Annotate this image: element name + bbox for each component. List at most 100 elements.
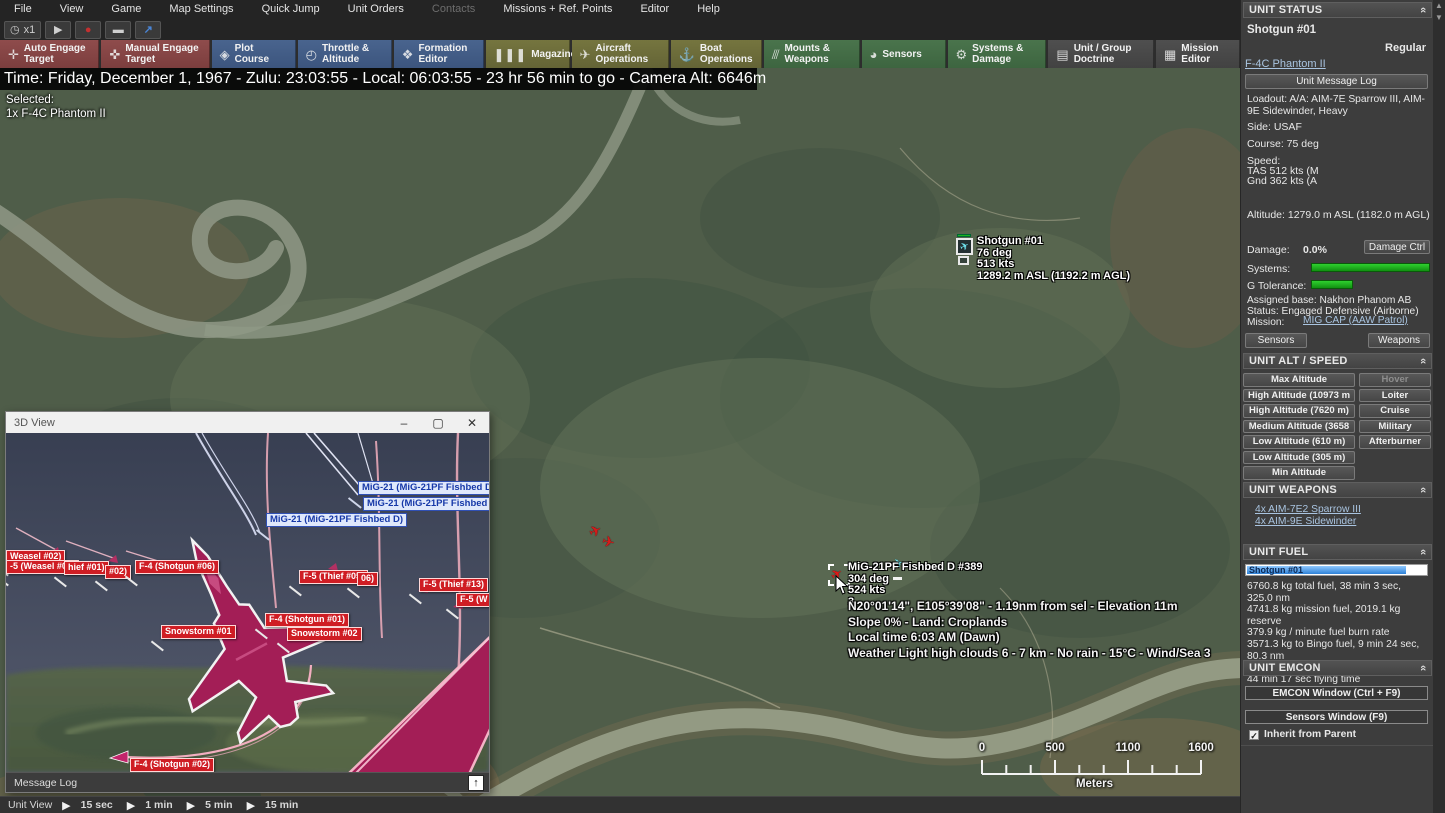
throttle-button[interactable]: Cruise — [1359, 404, 1431, 418]
time-interval-button[interactable]: 15 min — [265, 799, 298, 811]
toolbar-label: Throttle & Altitude — [321, 43, 370, 65]
throttle-button[interactable]: Loiter — [1359, 388, 1431, 402]
menu-item[interactable]: Missions + Ref. Points — [489, 0, 626, 19]
3d-view-titlebar[interactable]: 3D View – ▢ ✕ — [6, 412, 489, 433]
step-forward-icon[interactable]: ▶ — [127, 799, 135, 812]
step-forward-icon[interactable]: ▶ — [62, 799, 70, 812]
unit-message-log-button[interactable]: Unit Message Log — [1245, 74, 1428, 89]
collapse-chevron-icon[interactable]: « — [1417, 358, 1429, 364]
toolbar-button[interactable]: ❖ Formation Editor — [393, 40, 484, 68]
menu-item[interactable]: Game — [97, 0, 155, 19]
menu-item[interactable]: Help — [683, 0, 734, 19]
close-icon[interactable]: ✕ — [455, 416, 489, 430]
3d-unit-label[interactable]: F-4 (Shotgun #02) — [130, 758, 214, 772]
3d-unit-label[interactable]: 06) — [357, 572, 379, 586]
sensors-window-button[interactable]: Sensors Window (F9) — [1245, 710, 1428, 724]
step-forward-icon[interactable]: ▶ — [187, 799, 195, 812]
toolbar-button[interactable]: ◈ Plot Course — [211, 40, 296, 68]
toolbar-button[interactable]: ▦ Mission Editor — [1156, 40, 1240, 68]
toolbar-button[interactable]: ▤ Unit / Group Doctrine — [1048, 40, 1154, 68]
maximize-icon[interactable]: ▢ — [421, 416, 455, 430]
altitude-button[interactable]: Low Altitude (610 m) — [1243, 435, 1355, 449]
menu-item[interactable]: Quick Jump — [248, 0, 334, 19]
3d-unit-label[interactable]: Snowstorm #01 — [161, 625, 236, 639]
mission-link[interactable]: MIG CAP (AAW Patrol) — [1303, 315, 1408, 326]
altitude-button[interactable]: High Altitude (10973 m — [1243, 388, 1355, 402]
3d-unit-label[interactable]: F-4 (Shotgun #01) — [265, 613, 349, 627]
unit-type-link[interactable]: F-4C Phantom II — [1245, 58, 1326, 70]
expand-up-icon[interactable]: ↑ — [468, 774, 484, 791]
section-header-unit-status[interactable]: UNIT STATUS « — [1243, 2, 1432, 18]
menu-item[interactable]: Map Settings — [155, 0, 247, 19]
3d-scene[interactable]: MiG-21 (MiG-21PF Fishbed D) MiG-21 (MiG-2… — [6, 433, 489, 772]
auto-engage-icon: ✛ — [8, 46, 19, 62]
emcon-window-button[interactable]: EMCON Window (Ctrl + F9) — [1245, 686, 1428, 700]
toolbar-button[interactable]: ◴ Throttle & Altitude — [297, 40, 392, 68]
throttle-button[interactable]: Afterburner — [1359, 435, 1431, 449]
section-header-alt-speed[interactable]: UNIT ALT / SPEED « — [1243, 353, 1432, 369]
toolbar-button[interactable]: ✛ Auto Engage Target — [0, 40, 100, 68]
3d-unit-label[interactable]: F-5 (Thief #13) — [419, 578, 489, 592]
sidebar-scrollbar[interactable]: ▲ ▼ — [1433, 0, 1445, 813]
toolbar-button[interactable]: ◕ Sensors — [861, 40, 946, 68]
menu-item[interactable]: View — [46, 0, 98, 19]
menu-item[interactable]: Editor — [626, 0, 683, 19]
section-header-unit-weapons[interactable]: UNIT WEAPONS « — [1243, 482, 1432, 498]
3d-contact-label[interactable]: MiG-21 (MiG-21PF Fishbed D) — [358, 481, 489, 495]
section-header-unit-emcon[interactable]: UNIT EMCON « — [1243, 660, 1432, 676]
altitude-button[interactable]: High Altitude (7620 m) — [1243, 404, 1355, 418]
mission-label: Mission: — [1247, 317, 1285, 328]
collapse-chevron-icon[interactable]: « — [1417, 665, 1429, 671]
menu-item[interactable]: Contacts — [418, 0, 489, 19]
minimize-icon[interactable]: – — [387, 416, 421, 430]
section-header-unit-fuel[interactable]: UNIT FUEL « — [1243, 544, 1432, 560]
toolbar-button[interactable]: ⚓ Boat Operations — [670, 40, 762, 68]
step-forward-icon[interactable]: ▶ — [247, 799, 255, 812]
own-unit-marker[interactable]: ✈ — [956, 234, 973, 265]
3d-unit-label[interactable]: F-5 (W — [456, 593, 489, 607]
toolbar-button[interactable]: ⚙ Systems & Damage — [947, 40, 1047, 68]
sim-clock-icon: ◷ — [10, 24, 20, 36]
altspeed-row: Max Altitude Hover — [1241, 372, 1434, 388]
sensors-button[interactable]: Sensors — [1245, 333, 1307, 348]
quick-button[interactable]: ▬ — [105, 20, 132, 39]
quick-button[interactable]: ↗ — [135, 20, 162, 39]
altitude-button[interactable]: Min Altitude — [1243, 466, 1355, 480]
menu-item[interactable]: File — [0, 0, 46, 19]
weapon-link[interactable]: 4x AIM-9E Sidewinder — [1255, 516, 1361, 528]
damage-ctrl-button[interactable]: Damage Ctrl — [1364, 240, 1430, 254]
collapse-chevron-icon[interactable]: « — [1417, 7, 1429, 13]
menu-item[interactable]: Unit Orders — [334, 0, 418, 19]
scroll-up-icon[interactable]: ▲ — [1433, 0, 1445, 12]
quick-button[interactable]: ◷ x1 — [4, 20, 42, 39]
toolbar-button[interactable]: ❚❚❚ Magazines — [485, 40, 582, 68]
collapse-chevron-icon[interactable]: « — [1417, 549, 1429, 555]
3d-contact-label[interactable]: MiG-21 (MiG-21PF Fishbed D) — [266, 513, 408, 527]
toolbar-button[interactable]: ✈ Aircraft Operations — [571, 40, 669, 68]
quick-button[interactable]: ● — [75, 20, 102, 39]
inherit-from-parent-checkbox[interactable]: ✓ Inherit from Parent — [1249, 729, 1356, 741]
menu-bar: File View Game Map Settings Quick Jump Unit O… — [0, 0, 1240, 19]
throttle-button[interactable]: Military — [1359, 419, 1431, 433]
time-interval-button[interactable]: 1 min — [145, 799, 172, 811]
fuel-line: 4741.8 kg mission fuel, 2019.1 kg reserv… — [1247, 604, 1401, 627]
scroll-down-icon[interactable]: ▼ — [1433, 12, 1445, 24]
assigned-base-text: Assigned base: Nakhon Phanom AB — [1247, 295, 1412, 306]
3d-unit-label[interactable]: F-4 (Shotgun #06) — [135, 560, 219, 574]
3d-unit-label[interactable]: Snowstorm #02 — [287, 627, 362, 641]
altitude-button[interactable]: Low Altitude (305 m) — [1243, 450, 1355, 464]
3d-unit-label[interactable]: hief #01) — [64, 561, 109, 575]
throttle-button[interactable]: Hover — [1359, 373, 1431, 387]
3d-contact-label[interactable]: MiG-21 (MiG-21PF Fishbed D) — [363, 497, 489, 511]
quick-button[interactable]: ▶ — [45, 20, 72, 39]
altitude-button[interactable]: Medium Altitude (3658 — [1243, 419, 1355, 433]
toolbar-button[interactable]: ✜ Manual Engage Target — [101, 40, 210, 68]
toolbar-button[interactable]: ⫻ Mounts & Weapons — [763, 40, 860, 68]
time-interval-button[interactable]: 15 sec — [81, 799, 113, 811]
time-interval-button[interactable]: 5 min — [205, 799, 232, 811]
3d-view-footer: Message Log ↑ — [6, 772, 489, 792]
altitude-button[interactable]: Max Altitude — [1243, 373, 1355, 387]
weapons-button[interactable]: Weapons — [1368, 333, 1430, 348]
collapse-chevron-icon[interactable]: « — [1417, 487, 1429, 493]
weapon-link[interactable]: 4x AIM-7E2 Sparrow III — [1255, 504, 1361, 516]
